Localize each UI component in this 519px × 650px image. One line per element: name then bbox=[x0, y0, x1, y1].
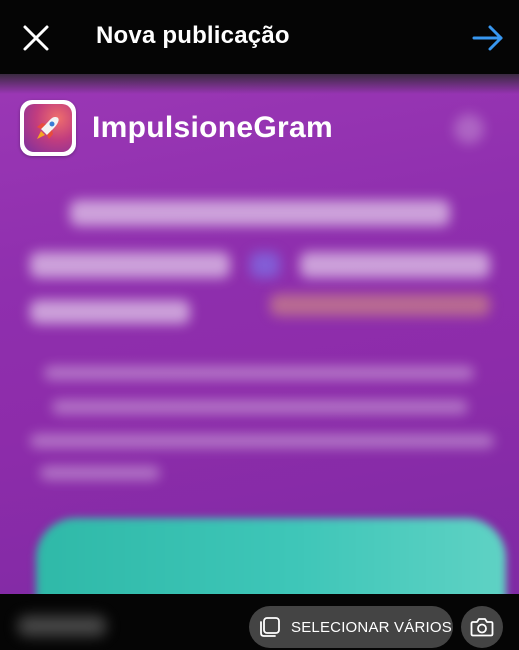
preview-header: ImpulsioneGram bbox=[20, 100, 333, 156]
blurred-menu-dot bbox=[454, 114, 484, 144]
blurred-headline-line bbox=[70, 200, 450, 226]
next-button[interactable] bbox=[472, 24, 504, 52]
camera-icon bbox=[470, 618, 494, 637]
preview-top-shade bbox=[0, 74, 519, 94]
blurred-cta-button bbox=[36, 518, 506, 594]
rocket-icon bbox=[37, 117, 59, 139]
blurred-body-line bbox=[40, 466, 160, 480]
blurred-headline-line bbox=[30, 300, 190, 324]
blurred-body-line bbox=[52, 400, 468, 414]
brand-name: ImpulsioneGram bbox=[92, 111, 333, 144]
blurred-body-line bbox=[44, 366, 474, 380]
blurred-headline-line bbox=[250, 252, 280, 278]
top-bar: Nova publicação bbox=[0, 0, 519, 74]
close-icon bbox=[23, 25, 49, 51]
blurred-headline-line bbox=[300, 252, 490, 278]
app-logo bbox=[20, 100, 76, 156]
blurred-gallery-selector[interactable] bbox=[18, 616, 106, 636]
select-multiple-label: SELECIONAR VÁRIOS bbox=[291, 618, 452, 636]
media-preview[interactable]: ImpulsioneGram bbox=[0, 74, 519, 594]
page-title: Nova publicação bbox=[96, 22, 290, 49]
select-multiple-button[interactable]: SELECIONAR VÁRIOS bbox=[249, 606, 453, 648]
arrow-right-icon bbox=[472, 25, 503, 51]
close-button[interactable] bbox=[22, 24, 50, 52]
blurred-body-line bbox=[30, 434, 494, 448]
multi-select-icon bbox=[260, 617, 280, 637]
bottom-bar: SELECIONAR VÁRIOS bbox=[0, 594, 519, 650]
blurred-headline-line bbox=[30, 252, 230, 278]
blurred-headline-highlight bbox=[270, 294, 490, 316]
camera-button[interactable] bbox=[461, 606, 503, 648]
